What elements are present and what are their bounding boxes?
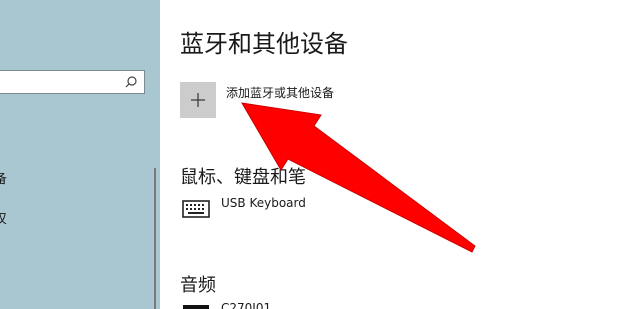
search-icon[interactable]: [124, 75, 138, 89]
page-title: 蓝牙和其他设备: [180, 30, 348, 58]
device-name-keyboard[interactable]: USB Keyboard: [221, 196, 306, 210]
sidebar: 备 叹: [0, 0, 160, 309]
device-name-audio[interactable]: C270J01: [221, 301, 271, 309]
settings-window: 备 叹 蓝牙和其他设备 添加蓝牙或其他设备 鼠标、键盘和笔 USB Keyboa…: [0, 0, 620, 309]
main-panel: 蓝牙和其他设备 添加蓝牙或其他设备 鼠标、键盘和笔 USB Keyboard 音…: [160, 0, 620, 309]
keyboard-icon: [182, 200, 210, 218]
section-title-input-devices: 鼠标、键盘和笔: [180, 167, 306, 188]
sidebar-scrollbar[interactable]: [154, 168, 156, 309]
add-device-button[interactable]: [180, 82, 216, 118]
monitor-icon: [183, 305, 209, 309]
search-input[interactable]: [0, 70, 145, 94]
add-device-label[interactable]: 添加蓝牙或其他设备: [226, 84, 334, 101]
plus-icon: [191, 93, 205, 107]
section-title-audio: 音频: [180, 275, 216, 296]
sidebar-item-devices[interactable]: 备: [0, 168, 7, 187]
sidebar-item-next[interactable]: 叹: [0, 208, 7, 227]
